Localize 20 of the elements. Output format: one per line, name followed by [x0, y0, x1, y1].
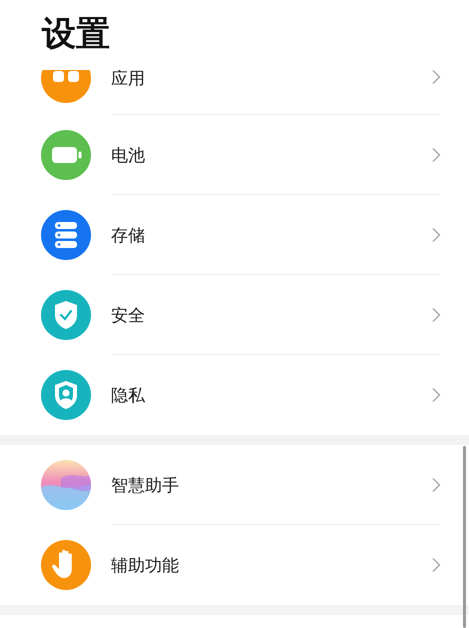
settings-item[interactable]: 智慧助手 — [0, 445, 469, 525]
settings-item[interactable]: 辅助功能 — [0, 525, 469, 605]
page-title: 设置 — [40, 13, 110, 56]
chevron-icon — [431, 557, 441, 573]
settings-item[interactable]: 存储 — [0, 195, 469, 275]
settings-item[interactable]: 电池 — [0, 115, 469, 195]
hand-icon — [41, 540, 91, 590]
chevron-icon — [431, 227, 441, 243]
chevron-icon — [431, 147, 441, 163]
settings-item[interactable]: 安全 — [0, 275, 469, 355]
gradient-orb-icon — [41, 460, 91, 510]
chevron-icon — [431, 70, 441, 85]
chevron-icon — [431, 387, 441, 403]
battery-icon — [41, 130, 91, 180]
shield-check-icon — [41, 290, 91, 340]
shield-person-icon — [41, 370, 91, 420]
storage-icon — [41, 210, 91, 260]
chevron-icon — [431, 477, 441, 493]
chevron-icon — [431, 307, 441, 323]
settings-item[interactable]: 隐私 — [0, 355, 469, 435]
